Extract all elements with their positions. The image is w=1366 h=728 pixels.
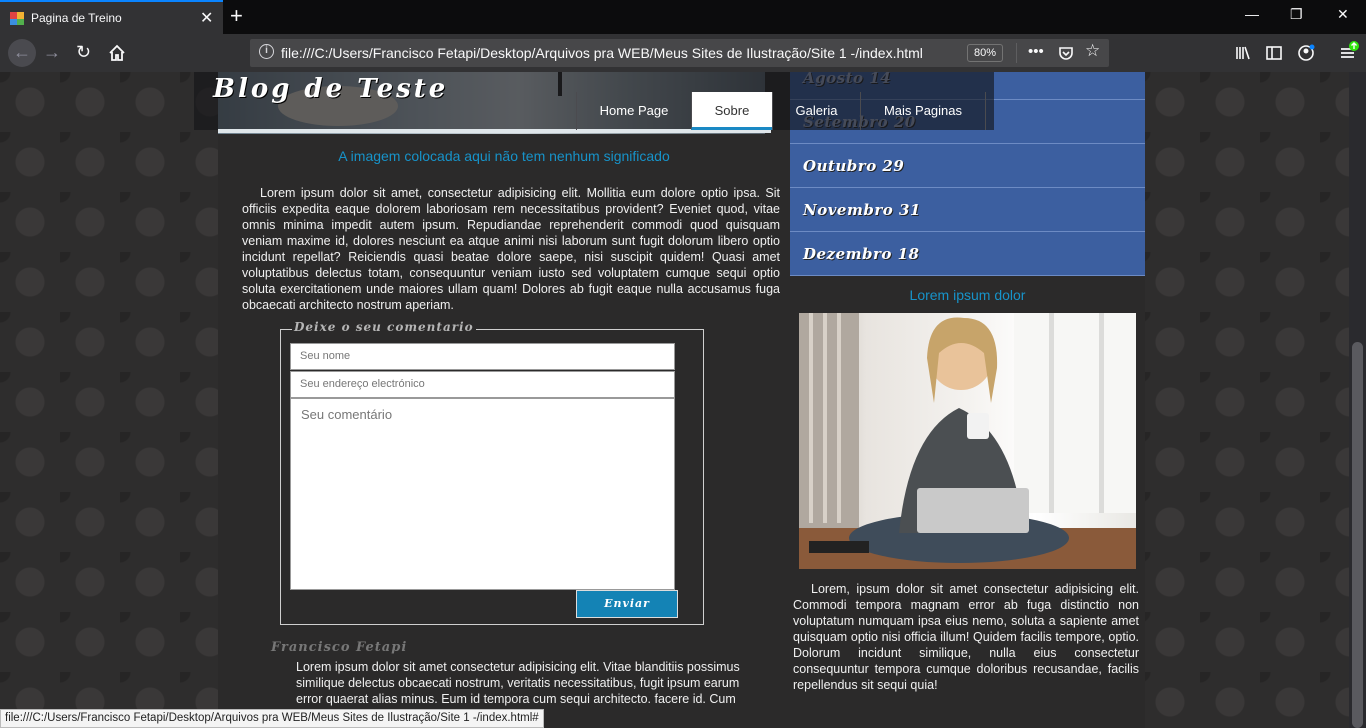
woman-laptop-image <box>799 313 1136 569</box>
comment-textarea[interactable]: Seu comentário <box>290 398 675 590</box>
nav-mais-paginas[interactable]: Mais Paginas <box>860 92 986 130</box>
nav-sobre[interactable]: Sobre <box>691 92 772 130</box>
new-tab-icon[interactable]: + <box>230 3 243 29</box>
reload-icon[interactable]: ↻ <box>76 42 91 63</box>
sidebar-paragraph: Lorem, ipsum dolor sit amet consectetur … <box>793 582 1139 692</box>
tab-title: Pagina de Treino <box>31 11 122 25</box>
header-caption: A imagem colocada aqui não tem nenhum si… <box>338 148 670 164</box>
archive-item[interactable]: Dezembro 18 <box>790 232 1145 276</box>
site-favicon-icon <box>10 12 24 25</box>
nav-toolbar: ← → ↻ i file:///C:/Users/Francisco Fetap… <box>0 34 1366 72</box>
name-field[interactable]: Seu nome <box>290 343 675 370</box>
status-bar: file:///C:/Users/Francisco Fetapi/Deskto… <box>0 709 544 728</box>
archive-item[interactable]: Novembro 31 <box>790 188 1145 232</box>
nav-galeria[interactable]: Galeria <box>772 92 860 130</box>
archive-item[interactable]: Outubro 29 <box>790 144 1145 188</box>
minimize-icon[interactable]: — <box>1245 6 1259 22</box>
restore-icon[interactable]: ❐ <box>1290 6 1303 23</box>
home-icon[interactable] <box>108 44 126 62</box>
site-info-icon[interactable]: i <box>259 44 274 59</box>
comment-form-legend: Deixe o seu comentario <box>292 320 476 334</box>
close-tab-icon[interactable]: ✕ <box>200 8 213 28</box>
comment-author: Francisco Fetapi <box>271 640 408 655</box>
close-window-icon[interactable]: ✕ <box>1337 6 1349 23</box>
nav-home[interactable]: Home Page <box>576 92 691 130</box>
menu-update-icon[interactable] <box>1338 40 1360 62</box>
library-icon[interactable] <box>1234 44 1252 62</box>
browser-tab[interactable]: Pagina de Treino ✕ <box>0 0 223 34</box>
sidebar-photo <box>799 313 1136 569</box>
site-logo[interactable]: Blog de Teste <box>213 74 448 104</box>
forward-icon[interactable]: → <box>43 42 61 63</box>
account-icon[interactable] <box>1297 44 1315 62</box>
scrollbar-thumb[interactable] <box>1352 342 1363 728</box>
sidebar-caption: Lorem ipsum dolor <box>909 287 1026 303</box>
comment-text: Lorem ipsum dolor sit amet consectetur a… <box>296 660 740 706</box>
back-icon[interactable]: ← <box>8 39 36 67</box>
tab-strip: Pagina de Treino ✕ + — ❐ ✕ <box>0 0 1366 34</box>
email-field[interactable]: Seu endereço electrónico <box>290 371 675 398</box>
submit-button[interactable]: Enviar <box>576 590 678 618</box>
intro-paragraph: Lorem ipsum dolor sit amet, consectetur … <box>242 186 780 312</box>
sidebar-toggle-icon[interactable] <box>1265 44 1283 62</box>
